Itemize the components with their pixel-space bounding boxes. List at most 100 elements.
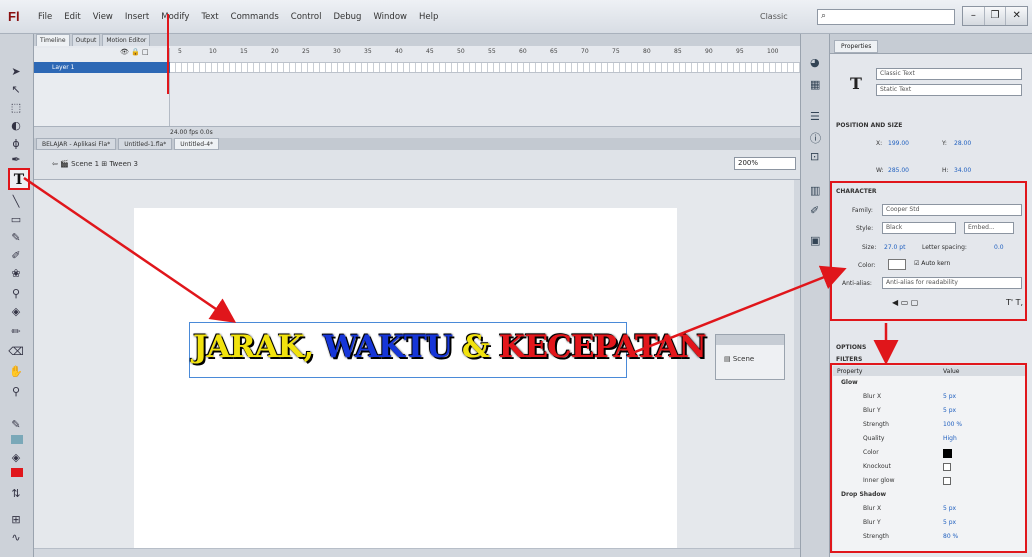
- hand-tool-icon[interactable]: ✋: [8, 364, 24, 380]
- y-value[interactable]: 28.00: [954, 140, 971, 147]
- menu-window[interactable]: Window: [373, 12, 407, 22]
- menu-file[interactable]: File: [38, 12, 52, 22]
- selected-text-field[interactable]: JARAK, WAKTU & KECEPATAN: [189, 322, 707, 378]
- rectangle-tool-icon[interactable]: ▭: [8, 212, 24, 228]
- components-panel-icon[interactable]: ▣: [810, 234, 820, 247]
- library-panel-icon[interactable]: ▥: [810, 184, 820, 197]
- transform-panel-icon[interactable]: ⊡: [810, 150, 819, 163]
- properties-header: T Classic Text Static Text: [830, 54, 1032, 114]
- tab-timeline[interactable]: Timeline: [36, 34, 70, 46]
- bone-tool-icon[interactable]: ⚲: [8, 286, 24, 302]
- stroke-color-swatch[interactable]: [11, 435, 23, 444]
- menu-text[interactable]: Text: [201, 12, 218, 22]
- menu-commands[interactable]: Commands: [231, 12, 279, 22]
- search-input[interactable]: ⌕: [817, 9, 955, 25]
- brush-tool-icon[interactable]: ✐: [8, 248, 24, 264]
- fill-color-icon[interactable]: ◈: [8, 450, 24, 466]
- menu-modify[interactable]: Modify: [161, 12, 189, 22]
- filters-title[interactable]: FILTERS: [836, 356, 862, 363]
- ruler-tick: 80: [643, 48, 651, 55]
- text-type-select[interactable]: Static Text: [876, 84, 1022, 96]
- y-label: Y:: [942, 140, 947, 147]
- headline-word-kecepatan: KECEPATAN: [498, 329, 707, 365]
- ruler-tick: 65: [550, 48, 558, 55]
- scene-icon: ▤: [724, 355, 731, 363]
- x-label: X:: [876, 140, 883, 147]
- character-highlight-box: [830, 181, 1027, 321]
- swatches-panel-icon[interactable]: ▦: [810, 78, 820, 91]
- menu-help[interactable]: Help: [419, 12, 438, 22]
- h-value[interactable]: 34.00: [954, 167, 971, 174]
- menu-view[interactable]: View: [93, 12, 113, 22]
- x-value[interactable]: 199.00: [888, 140, 909, 147]
- info-panel-icon[interactable]: ⓘ: [810, 130, 821, 146]
- eyedropper-tool-icon[interactable]: ✏: [8, 324, 24, 340]
- breadcrumb-scene[interactable]: Scene 1: [71, 160, 99, 168]
- close-icon[interactable]: ✕: [1006, 7, 1027, 25]
- window-controls: – ❐ ✕: [962, 6, 1028, 26]
- line-tool-icon[interactable]: ╲: [8, 194, 24, 210]
- snap-to-objects-icon[interactable]: ⊞: [8, 512, 24, 528]
- filters-highlight-box: [830, 363, 1027, 553]
- text-engine-select[interactable]: Classic Text: [876, 68, 1022, 80]
- tab-motion-editor[interactable]: Motion Editor: [102, 34, 151, 46]
- timeline-status: 24.00 fps 0.0s: [170, 129, 213, 136]
- scene-button[interactable]: ▤ Scene: [724, 355, 754, 363]
- menu-insert[interactable]: Insert: [125, 12, 149, 22]
- zoom-select[interactable]: 200%: [734, 157, 796, 170]
- tab-properties[interactable]: Properties: [834, 40, 879, 53]
- swap-colors-icon[interactable]: ⇅: [8, 486, 24, 502]
- menu-control[interactable]: Control: [291, 12, 322, 22]
- w-value[interactable]: 285.00: [888, 167, 909, 174]
- free-transform-tool-icon[interactable]: ⬚: [8, 100, 24, 116]
- horizontal-scrollbar[interactable]: [34, 548, 800, 557]
- menu-debug[interactable]: Debug: [334, 12, 362, 22]
- stage[interactable]: [134, 208, 677, 548]
- align-panel-icon[interactable]: ☰: [810, 110, 820, 123]
- selection-tool-icon[interactable]: ➤: [8, 64, 24, 80]
- zoom-tool-icon[interactable]: ⚲: [8, 384, 24, 400]
- smooth-icon[interactable]: ∿: [8, 530, 24, 546]
- position-size-title[interactable]: POSITION AND SIZE: [836, 122, 902, 129]
- scene-panel-header[interactable]: [716, 335, 784, 345]
- layer-visibility-lock-icons[interactable]: 👁 🔒 □: [120, 48, 149, 56]
- tab-document-1[interactable]: BELAJAR - Aplikasi Fla*: [36, 138, 117, 150]
- lasso-tool-icon[interactable]: ϕ: [8, 136, 24, 152]
- menu-edit[interactable]: Edit: [64, 12, 80, 22]
- frame-cells[interactable]: [170, 62, 800, 73]
- headline-word-waktu: WAKTU: [323, 329, 453, 365]
- pencil-tool-icon[interactable]: ✎: [8, 230, 24, 246]
- subselection-tool-icon[interactable]: ↖: [8, 82, 24, 98]
- workspace-switcher[interactable]: Classic: [760, 12, 788, 21]
- paint-bucket-tool-icon[interactable]: ◈: [8, 304, 24, 320]
- fill-color-swatch[interactable]: [11, 468, 23, 477]
- ruler-tick: 50: [457, 48, 465, 55]
- stroke-color-icon[interactable]: ✎: [8, 417, 24, 433]
- eraser-tool-icon[interactable]: ⌫: [8, 344, 24, 360]
- layer-row[interactable]: Layer 1: [34, 62, 170, 73]
- 3d-rotation-tool-icon[interactable]: ◐: [8, 118, 24, 134]
- color-panel-icon[interactable]: ◕: [810, 56, 820, 69]
- tab-document-3[interactable]: Untitled-4*: [174, 138, 220, 150]
- restore-icon[interactable]: ❐: [985, 7, 1007, 25]
- back-arrow-icon[interactable]: ⇦: [52, 160, 58, 168]
- pen-tool-icon[interactable]: ✒: [8, 152, 24, 168]
- app-logo: Fl: [8, 9, 20, 24]
- edit-bar: ⇦ 🎬 Scene 1 ⊞ Tween 3 200%: [34, 150, 800, 180]
- ruler-tick: 95: [736, 48, 744, 55]
- layer-name: Layer 1: [52, 64, 75, 71]
- deco-tool-icon[interactable]: ❀: [8, 266, 24, 282]
- options-title[interactable]: OPTIONS: [836, 344, 866, 351]
- motion-presets-icon[interactable]: ✐: [810, 204, 819, 217]
- tab-document-2[interactable]: Untitled-1.fla*: [118, 138, 173, 150]
- w-label: W:: [876, 167, 884, 174]
- frame-ruler: 5 10 15 20 25 30 35 40 45 50 55 60 65 70 75 80 85 90 95 100: [170, 48, 800, 60]
- text-tool-icon[interactable]: T: [8, 168, 30, 190]
- minimize-icon[interactable]: –: [963, 7, 985, 25]
- search-icon: ⌕: [821, 11, 827, 21]
- breadcrumb-symbol[interactable]: Tween 3: [109, 160, 138, 168]
- text-tool-icon: T: [850, 74, 862, 93]
- playhead[interactable]: [167, 14, 169, 94]
- tab-output[interactable]: Output: [71, 34, 101, 46]
- ruler-tick: 85: [674, 48, 682, 55]
